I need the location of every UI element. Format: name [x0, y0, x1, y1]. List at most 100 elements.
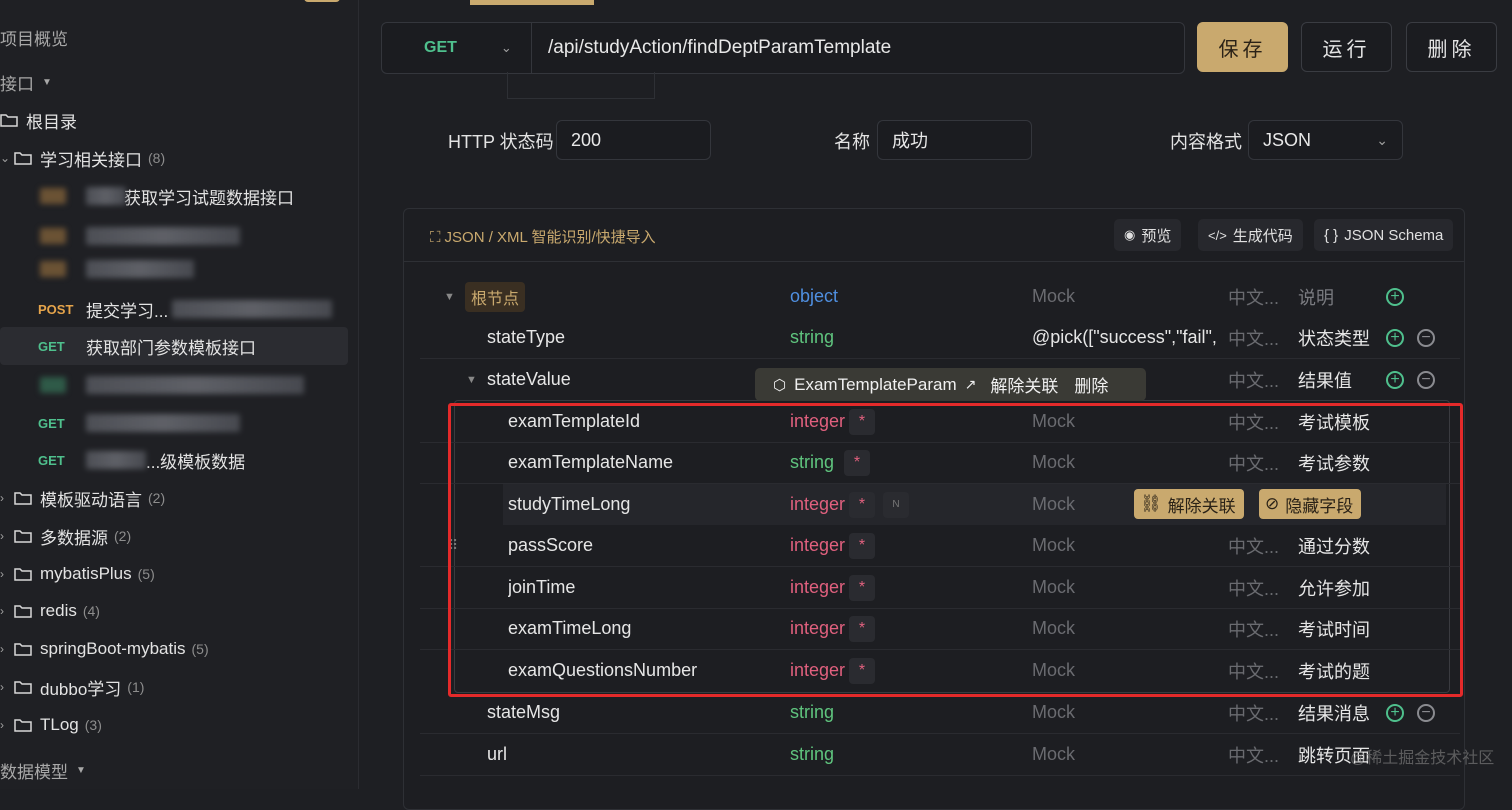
- sidebar-folder[interactable]: › 模板驱动语言 (2): [0, 483, 165, 513]
- method-select[interactable]: GET ⌄: [382, 23, 532, 73]
- field-type[interactable]: string: [790, 692, 834, 733]
- method-badge: [40, 228, 66, 244]
- field-cn-name[interactable]: 中文...: [1228, 692, 1279, 733]
- folder-icon: [14, 719, 32, 732]
- sidebar-folder[interactable]: › TLog (3): [0, 710, 102, 740]
- sidebar-folder[interactable]: › 多数据源 (2): [0, 521, 131, 551]
- plus-circle-icon: +: [1386, 328, 1404, 347]
- add-sibling-button[interactable]: +: [1386, 317, 1404, 358]
- folder-count: (1): [127, 679, 145, 695]
- sidebar-section-data-models[interactable]: 数据模型 ▼: [0, 755, 86, 785]
- preview-label: 预览: [1141, 227, 1172, 245]
- field-description[interactable]: 结果消息: [1298, 692, 1370, 733]
- field-cn-name[interactable]: 中文...: [1228, 359, 1279, 400]
- add-child-button[interactable]: +: [1386, 276, 1404, 317]
- schema-row[interactable]: url string Mock 中文... 跳转页面: [420, 734, 1460, 776]
- api-item-label: 获取部门参数模板接口: [86, 338, 256, 358]
- folder-label: redis: [40, 601, 77, 620]
- highlight-annotation-box: [448, 403, 1463, 697]
- sidebar-folder[interactable]: › redis (4): [0, 596, 100, 626]
- minus-circle-icon: −: [1417, 370, 1435, 389]
- field-description[interactable]: 状态类型: [1298, 317, 1370, 358]
- generate-code-button[interactable]: </> 生成代码: [1198, 219, 1303, 251]
- field-description[interactable]: 说明: [1298, 276, 1334, 317]
- folder-icon: [14, 681, 32, 694]
- sidebar-folder[interactable]: › mybatisPlus (5): [0, 559, 155, 589]
- field-type[interactable]: object: [790, 276, 838, 317]
- chevron-right-icon: ›: [0, 567, 4, 581]
- sidebar-section-api[interactable]: 接口 ▼: [0, 67, 52, 97]
- url-input[interactable]: /api/studyAction/findDeptParamTemplate: [532, 37, 891, 59]
- sidebar-api-item[interactable]: [40, 254, 194, 284]
- chevron-down-icon: ⌄: [0, 151, 11, 165]
- chevron-right-icon: ›: [0, 642, 4, 656]
- sidebar-api-item[interactable]: GET: [38, 408, 240, 438]
- sidebar-item-overview[interactable]: 项目概览: [0, 22, 68, 52]
- unlink-model-button[interactable]: 解除关联: [990, 372, 1058, 397]
- delete-button[interactable]: 删除: [1406, 22, 1497, 72]
- chevron-right-icon: ›: [0, 680, 4, 694]
- folder-label: TLog: [40, 715, 79, 734]
- folder-icon: [14, 605, 32, 618]
- field-name[interactable]: url: [487, 734, 507, 775]
- field-type[interactable]: string: [790, 317, 834, 358]
- field-cn-name[interactable]: 中文...: [1228, 734, 1279, 775]
- redacted-text: [86, 376, 304, 394]
- external-link-icon[interactable]: ↗: [965, 376, 977, 393]
- field-mock[interactable]: Mock: [1032, 734, 1075, 775]
- referenced-model-name[interactable]: ExamTemplateParam: [794, 375, 957, 395]
- sidebar-api-item-active[interactable]: GET 获取部门参数模板接口: [38, 331, 256, 361]
- delete-model-button[interactable]: 删除: [1074, 372, 1108, 397]
- folder-count: (2): [114, 528, 132, 544]
- minus-circle-icon: −: [1417, 703, 1435, 722]
- generate-code-label: 生成代码: [1232, 227, 1293, 245]
- add-child-button[interactable]: +: [1386, 359, 1404, 400]
- field-mock[interactable]: Mock: [1032, 276, 1075, 317]
- sidebar-api-item[interactable]: 获取学习试题数据接口: [40, 181, 294, 211]
- request-url-bar: GET ⌄ /api/studyAction/findDeptParamTemp…: [381, 22, 1185, 74]
- folder-icon: [14, 152, 32, 165]
- sidebar-api-item[interactable]: POST 提交学习...: [38, 294, 333, 324]
- status-code-input[interactable]: 200: [556, 120, 711, 160]
- field-type[interactable]: string: [790, 734, 834, 775]
- field-mock[interactable]: @pick(["success","fail",: [1032, 317, 1222, 358]
- folder-icon: [14, 530, 32, 543]
- field-mock[interactable]: Mock: [1032, 692, 1075, 733]
- sidebar-api-item[interactable]: GET ...级模板数据: [38, 445, 245, 475]
- remove-field-button[interactable]: −: [1417, 317, 1435, 358]
- remove-field-button[interactable]: −: [1417, 359, 1435, 400]
- preview-button[interactable]: ◉ 预览: [1114, 219, 1182, 251]
- save-button[interactable]: 保存: [1197, 22, 1288, 72]
- sidebar-root[interactable]: 根目录: [0, 105, 77, 135]
- method-badge: GET: [38, 338, 65, 354]
- sidebar-folder[interactable]: › dubbo学习 (1): [0, 672, 144, 702]
- plus-circle-icon: +: [1386, 370, 1404, 389]
- sidebar-folder[interactable]: › springBoot-mybatis (5): [0, 634, 209, 664]
- sidebar-folder-study[interactable]: ⌄ 学习相关接口 (8): [0, 143, 165, 173]
- chevron-down-icon: ⌄: [1376, 131, 1388, 148]
- field-cn-name[interactable]: 中文...: [1228, 317, 1279, 358]
- field-name[interactable]: stateValue: [487, 359, 571, 400]
- redacted-text: [86, 451, 146, 469]
- folder-count: (5): [137, 566, 155, 582]
- method-label: GET: [424, 39, 457, 56]
- field-name[interactable]: stateType: [487, 317, 565, 358]
- name-input[interactable]: 成功: [877, 120, 1032, 160]
- add-sibling-button[interactable]: +: [1386, 692, 1404, 733]
- schema-row[interactable]: stateType string @pick(["success","fail"…: [420, 317, 1460, 359]
- schema-row-root[interactable]: ▼ 根节点 object Mock 中文... 说明 +: [420, 276, 1460, 317]
- remove-field-button[interactable]: −: [1417, 692, 1435, 733]
- field-cn-name[interactable]: 中文...: [1228, 276, 1279, 317]
- method-badge: [40, 377, 66, 393]
- json-schema-button[interactable]: { } JSON Schema: [1314, 219, 1454, 251]
- field-name[interactable]: 根节点: [465, 276, 526, 317]
- sidebar-api-item[interactable]: [40, 370, 304, 400]
- run-button[interactable]: 运行: [1301, 22, 1392, 72]
- folder-label: 学习相关接口: [40, 150, 142, 170]
- sidebar-api-item[interactable]: [40, 221, 240, 251]
- field-description[interactable]: 结果值: [1298, 359, 1352, 400]
- schema-row[interactable]: stateMsg string Mock 中文... 结果消息 + −: [420, 692, 1460, 734]
- content-format-select[interactable]: JSON ⌄: [1248, 120, 1403, 160]
- smart-import-link[interactable]: ⛶ JSON / XML 智能识别/快捷导入: [430, 226, 656, 247]
- field-name[interactable]: stateMsg: [487, 692, 560, 733]
